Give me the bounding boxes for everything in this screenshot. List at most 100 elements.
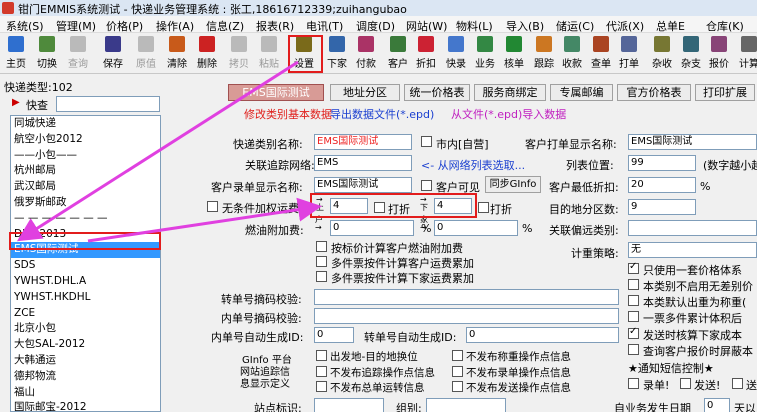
toolbar-button-20[interactable]: 打单 — [615, 36, 643, 72]
list-item[interactable]: 国际邮宝-2012 — [11, 400, 160, 411]
list-item[interactable]: 航空小包2012 — [11, 132, 160, 148]
volume-sum-checkbox[interactable] — [628, 311, 639, 322]
fuel-supplier-input[interactable]: 0 — [434, 220, 518, 236]
default-weight-checkbox[interactable] — [628, 295, 639, 306]
tab-button-2[interactable]: 服务商绑定 — [474, 84, 546, 101]
list-item[interactable]: 北京小包 — [11, 321, 160, 337]
toolbar-button-19[interactable]: 查单 — [587, 36, 615, 72]
list-item[interactable]: 大韩通运 — [11, 353, 160, 369]
list-item[interactable]: 大包SAL-2012 — [11, 337, 160, 353]
entry-name-input[interactable]: EMS国际测试 — [314, 177, 412, 193]
sms-record-checkbox[interactable] — [628, 378, 639, 389]
import-data-link[interactable]: 从文件(*.epd)导入数据 — [451, 106, 566, 122]
toolbar-button-13[interactable]: 折扣 — [412, 36, 440, 72]
toolbar-button-5[interactable]: 清除 — [163, 36, 191, 72]
menu-item-12[interactable]: 代派(X) — [606, 18, 644, 34]
list-item[interactable]: 德邦物流 — [11, 369, 160, 385]
tab-button-3[interactable]: 专属邮编 — [550, 84, 613, 101]
list-item[interactable]: 俄罗斯邮政 — [11, 195, 160, 211]
min-discount-input[interactable]: 20 — [628, 177, 696, 193]
tab-button-1[interactable]: 统一价格表 — [404, 84, 470, 101]
type-list[interactable]: 同城快递 航空小包2012 ——小包—— 杭州邮局 武汉邮局 俄罗斯邮政 — — — — —… — [10, 115, 161, 412]
fuel-by-price-checkbox[interactable] — [316, 241, 327, 252]
fuel-customer-input[interactable]: 0 — [330, 220, 414, 236]
no-weigh-point-checkbox[interactable] — [452, 350, 463, 361]
auto-date-input[interactable]: 0 — [704, 398, 730, 412]
menu-item-2[interactable]: 价格(P) — [106, 18, 143, 34]
supplier-freight-sum-checkbox[interactable] — [316, 271, 327, 282]
list-item[interactable]: YWHST.HKDHL — [11, 290, 160, 306]
weight-policy-select[interactable]: 无 — [628, 242, 757, 258]
print-name-input[interactable]: EMS国际测试 — [628, 134, 757, 150]
toolbar-button-1[interactable]: 切换 — [33, 36, 61, 72]
toolbar-button-15[interactable]: 业务 — [471, 36, 499, 72]
no-diff-price-checkbox[interactable] — [628, 279, 639, 290]
list-item[interactable]: 同城快递 — [11, 116, 160, 132]
toolbar-button-2[interactable]: 查询 — [64, 36, 92, 72]
transfer-auto-input[interactable]: 0 — [466, 327, 619, 343]
no-master-checkbox[interactable] — [316, 381, 327, 392]
list-item[interactable]: 杭州邮局 — [11, 163, 160, 179]
customer-freight-sum-checkbox[interactable] — [316, 256, 327, 267]
toolbar-button-3[interactable]: 保存 — [99, 36, 127, 72]
toolbar-button-0[interactable]: 主页 — [2, 36, 30, 72]
sms-send-checkbox[interactable] — [680, 378, 691, 389]
export-data-link[interactable]: 导出数据文件(*.epd) — [330, 106, 434, 122]
list-item[interactable]: ZCE — [11, 306, 160, 322]
toolbar-button-10[interactable]: 下家 — [323, 36, 351, 72]
inner-check-input[interactable] — [314, 308, 619, 324]
toolbar-button-11[interactable]: 付款 — [352, 36, 380, 72]
menu-item-8[interactable]: 网站(W) — [406, 18, 447, 34]
single-price-checkbox[interactable] — [628, 261, 639, 274]
toolbar-button-23[interactable]: 报价 — [705, 36, 733, 72]
menu-item-13[interactable]: 总单E — [656, 18, 685, 34]
tab-ems-test[interactable]: EMS国际测试 — [228, 84, 324, 101]
hide-quote-checkbox[interactable] — [628, 344, 639, 355]
inner-auto-input[interactable]: 0 — [314, 327, 354, 343]
toolbar-button-14[interactable]: 快录 — [442, 36, 470, 72]
toolbar-button-7[interactable]: 拷贝 — [225, 36, 253, 72]
menu-item-0[interactable]: 系统(S) — [6, 18, 44, 34]
trace-network-hint[interactable]: <- 从网络列表选取... — [421, 157, 525, 173]
list-item[interactable]: 武汉邮局 — [11, 179, 160, 195]
menu-item-4[interactable]: 信息(Z) — [206, 18, 244, 34]
list-item[interactable]: SDS — [11, 258, 160, 274]
menu-item-11[interactable]: 储运(C) — [556, 18, 594, 34]
list-item[interactable]: 福山 — [11, 385, 160, 401]
list-item[interactable]: YWHST.DHL.A — [11, 274, 160, 290]
menu-item-3[interactable]: 操作(A) — [156, 18, 194, 34]
toolbar-button-12[interactable]: 客户 — [384, 36, 412, 72]
trace-network-input[interactable]: EMS — [314, 155, 412, 171]
city-checkbox[interactable] — [421, 136, 432, 147]
toolbar-button-17[interactable]: 跟踪 — [530, 36, 558, 72]
no-fuel-checkbox[interactable] — [207, 201, 218, 212]
toolbar-button-6[interactable]: 删除 — [193, 36, 221, 72]
remote-type-input[interactable] — [628, 220, 757, 236]
menu-item-14[interactable]: 仓库(K) — [706, 18, 744, 34]
customer-visible-checkbox[interactable] — [421, 180, 432, 191]
toolbar-button-24[interactable]: 计算 — [735, 36, 757, 72]
toolbar-button-21[interactable]: 杂收 — [648, 36, 676, 72]
dest-count-input[interactable]: 9 — [628, 199, 696, 215]
tab-button-0[interactable]: 地址分区 — [330, 84, 400, 101]
no-entry-point-checkbox[interactable] — [452, 366, 463, 377]
no-trace-point-checkbox[interactable] — [316, 366, 327, 377]
edit-basic-data-link[interactable]: 修改类别基本数据 — [244, 106, 332, 122]
transfer-check-input[interactable] — [314, 289, 619, 305]
tab-button-4[interactable]: 官方价格表 — [617, 84, 691, 101]
toolbar-button-8[interactable]: 粘贴 — [255, 36, 283, 72]
quick-search-input[interactable] — [56, 96, 160, 112]
toolbar-button-16[interactable]: 核单 — [500, 36, 528, 72]
menu-item-10[interactable]: 导入(B) — [506, 18, 544, 34]
tab-button-5[interactable]: 打印扩展 — [695, 84, 755, 101]
toolbar-button-22[interactable]: 杂支 — [677, 36, 705, 72]
sms-more-checkbox[interactable] — [732, 378, 743, 389]
discount2-checkbox[interactable] — [478, 202, 489, 213]
menu-item-1[interactable]: 管理(M) — [56, 18, 96, 34]
list-position-input[interactable]: 99 — [628, 155, 696, 171]
no-send-point-checkbox[interactable] — [452, 381, 463, 392]
toolbar-button-4[interactable]: 原值 — [132, 36, 160, 72]
list-item[interactable]: ——小包—— — [11, 148, 160, 164]
toolbar-button-18[interactable]: 收款 — [558, 36, 586, 72]
group-input[interactable] — [426, 398, 506, 412]
